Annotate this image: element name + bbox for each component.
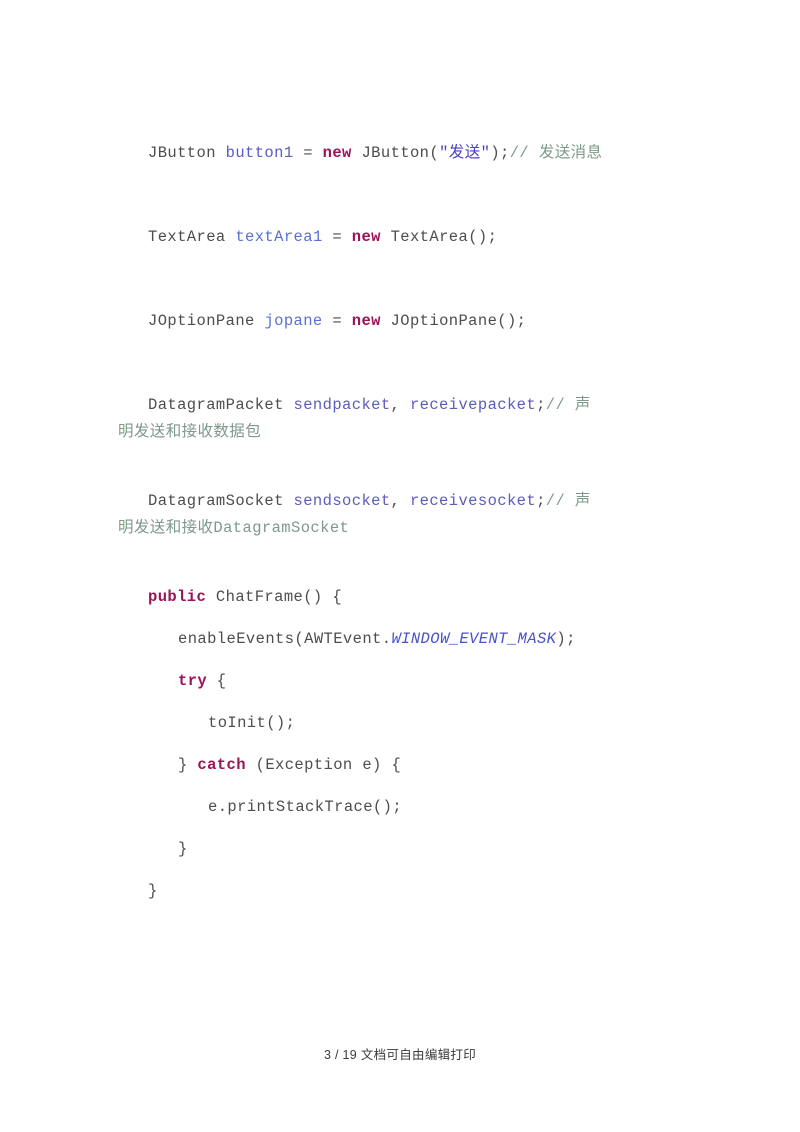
code-token-plain: ; — [536, 396, 546, 414]
code-line: DatagramSocket sendsocket, receivesocket… — [118, 488, 698, 515]
code-token-plain: TextArea(); — [380, 228, 498, 246]
code-token-comment: 明发送和接收DatagramSocket — [118, 519, 350, 537]
code-token-plain: ChatFrame() { — [206, 588, 343, 606]
code-token-comment: // 声 — [545, 492, 591, 510]
code-line: TextArea textArea1 = new TextArea(); — [118, 224, 698, 251]
code-token-plain: = — [322, 228, 352, 246]
code-token-type: JButton — [148, 144, 226, 162]
document-page: JButton button1 = new JButton("发送");// 发… — [0, 0, 800, 1132]
code-token-type: DatagramPacket — [148, 396, 294, 414]
code-token-var: sendpacket — [293, 396, 391, 414]
code-token-static: WINDOW_EVENT_MASK — [391, 630, 557, 648]
code-token-type: DatagramSocket — [148, 492, 294, 510]
code-token-plain: ); — [556, 630, 576, 648]
code-token-kw: new — [322, 144, 352, 162]
footer-text: 3 / 19 文档可自由编辑打印 — [323, 1048, 477, 1062]
java-code-block: JButton button1 = new JButton("发送");// 发… — [118, 140, 698, 905]
code-token-plain: } — [178, 840, 188, 858]
code-line: e.printStackTrace(); — [118, 794, 698, 821]
code-token-var: button1 — [225, 144, 294, 162]
code-line: JButton button1 = new JButton("发送");// 发… — [118, 140, 698, 167]
code-token-plain: e.printStackTrace(); — [208, 798, 403, 816]
code-line: 明发送和接收数据包 — [118, 419, 698, 446]
code-token-kw: public — [148, 588, 207, 606]
code-token-plain: JOptionPane(); — [380, 312, 527, 330]
code-token-plain: { — [207, 672, 227, 690]
code-token-plain: ; — [536, 492, 546, 510]
code-token-comment: 明发送和接收数据包 — [118, 423, 262, 441]
code-token-var2: textArea1 — [235, 228, 323, 246]
code-line: } — [118, 836, 698, 863]
code-line: DatagramPacket sendpacket, receivepacket… — [118, 392, 698, 419]
page-footer: 3 / 19 文档可自由编辑打印 — [0, 1044, 800, 1063]
code-line: toInit(); — [118, 710, 698, 737]
code-token-plain: } — [178, 756, 198, 774]
code-token-kw: new — [351, 312, 381, 330]
code-token-plain: , — [390, 492, 410, 510]
code-token-kw: catch — [197, 756, 246, 774]
code-token-type: TextArea — [148, 228, 236, 246]
code-token-comment: // 声 — [545, 396, 591, 414]
code-token-var: receivesocket — [409, 492, 537, 510]
code-token-var2: jopane — [264, 312, 323, 330]
code-line: try { — [118, 668, 698, 695]
code-line: enableEvents(AWTEvent.WINDOW_EVENT_MASK)… — [118, 626, 698, 653]
code-line: } catch (Exception e) { — [118, 752, 698, 779]
code-token-type: JOptionPane — [148, 312, 265, 330]
code-token-kw: try — [178, 672, 208, 690]
code-token-var: receivepacket — [409, 396, 537, 414]
code-token-str: "发送" — [439, 144, 491, 162]
code-token-plain: toInit(); — [208, 714, 296, 732]
code-line: JOptionPane jopane = new JOptionPane(); — [118, 308, 698, 335]
code-token-plain: JButton( — [351, 144, 440, 162]
code-token-kw: new — [351, 228, 381, 246]
code-line: 明发送和接收DatagramSocket — [118, 515, 698, 542]
code-token-plain: enableEvents(AWTEvent. — [178, 630, 392, 648]
code-token-plain: = — [293, 144, 323, 162]
code-token-comment: // 发送消息 — [509, 144, 603, 162]
code-token-var: sendsocket — [293, 492, 391, 510]
code-line: public ChatFrame() { — [118, 584, 698, 611]
code-line: } — [118, 878, 698, 905]
code-token-plain: } — [148, 882, 158, 900]
code-token-plain: ); — [490, 144, 510, 162]
code-token-plain: , — [390, 396, 410, 414]
code-token-plain: (Exception e) { — [245, 756, 402, 774]
code-token-plain: = — [322, 312, 352, 330]
